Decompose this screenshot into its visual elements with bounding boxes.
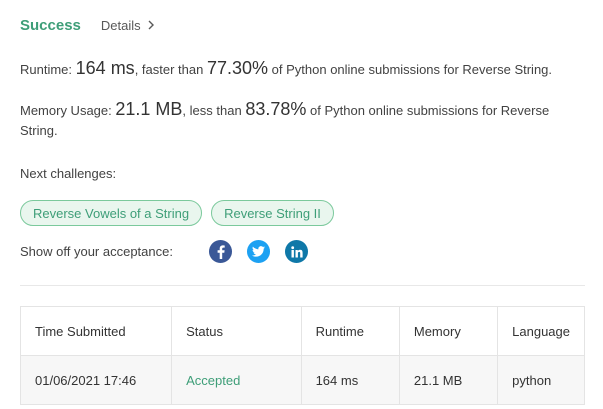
runtime-summary: Runtime: 164 ms, faster than 77.30% of P… bbox=[20, 58, 552, 80]
runtime-label: Runtime: bbox=[20, 62, 73, 77]
runtime-text2: of Python online submissions for Reverse… bbox=[271, 62, 553, 77]
facebook-glyph-icon bbox=[217, 244, 225, 259]
result-header: Success Details bbox=[20, 14, 155, 36]
memory-text3: String. bbox=[20, 123, 58, 138]
table-row: 01/06/2021 17:46 Accepted 164 ms 21.1 MB… bbox=[19, 355, 585, 405]
challenge-chip-reverse-string-ii[interactable]: Reverse String II bbox=[211, 200, 334, 226]
memory-summary: Memory Usage: 21.1 MB, less than 83.78% … bbox=[20, 99, 590, 141]
share-label: Show off your acceptance: bbox=[20, 243, 173, 259]
submissions-table: Time Submitted Status Runtime Memory Lan… bbox=[19, 306, 585, 405]
column-header-language: Language bbox=[497, 306, 585, 356]
challenge-chip-reverse-vowels[interactable]: Reverse Vowels of a String bbox=[20, 200, 203, 226]
column-header-status: Status bbox=[171, 306, 302, 356]
twitter-bird-icon bbox=[252, 246, 265, 257]
column-header-memory: Memory bbox=[398, 306, 499, 356]
share-row: Show off your acceptance: bbox=[20, 240, 323, 263]
details-label: Details bbox=[100, 17, 141, 33]
memory-percent: 83.78% bbox=[245, 99, 307, 119]
next-challenges-list: Reverse Vowels of a String Reverse Strin… bbox=[20, 200, 334, 226]
details-link[interactable]: Details bbox=[101, 18, 155, 33]
runtime-value: 164 ms bbox=[75, 58, 135, 78]
facebook-icon[interactable] bbox=[209, 240, 232, 263]
table-header-row: Time Submitted Status Runtime Memory Lan… bbox=[19, 306, 585, 356]
runtime-percent: 77.30% bbox=[206, 58, 269, 78]
runtime-text1: , faster than bbox=[134, 62, 204, 77]
column-header-time: Time Submitted bbox=[19, 306, 173, 356]
chevron-right-icon bbox=[148, 20, 154, 30]
linkedin-in-icon bbox=[290, 245, 303, 257]
column-header-runtime: Runtime bbox=[300, 306, 400, 356]
cell-memory: 21.1 MB bbox=[398, 355, 499, 405]
status-title: Success bbox=[20, 16, 81, 34]
cell-status-link[interactable]: Accepted bbox=[171, 355, 302, 405]
linkedin-icon[interactable] bbox=[285, 240, 308, 263]
memory-label: Memory Usage: bbox=[20, 103, 112, 118]
section-divider bbox=[20, 285, 585, 286]
memory-text2: of Python online submissions for Reverse bbox=[310, 103, 550, 118]
cell-time-submitted: 01/06/2021 17:46 bbox=[19, 355, 173, 405]
memory-value: 21.1 MB bbox=[115, 99, 183, 119]
twitter-icon[interactable] bbox=[247, 240, 270, 263]
cell-language: python bbox=[497, 355, 585, 405]
cell-runtime: 164 ms bbox=[300, 355, 400, 405]
memory-text1: , less than bbox=[182, 103, 242, 118]
next-challenges-label: Next challenges: bbox=[20, 166, 117, 181]
